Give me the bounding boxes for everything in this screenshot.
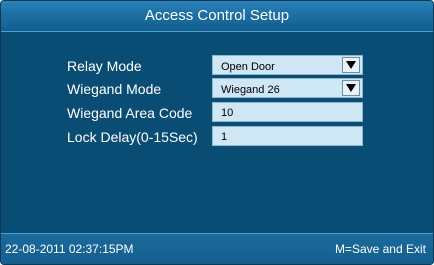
wiegand-mode-label: Wiegand Mode bbox=[67, 81, 162, 97]
wiegand-mode-row: Wiegand Mode Wiegand 26 bbox=[1, 78, 433, 102]
relay-mode-value: Open Door bbox=[221, 61, 275, 73]
datetime-display: 22-08-2011 02:37:15PM bbox=[5, 242, 134, 256]
lock-delay-input[interactable]: 1 bbox=[212, 126, 363, 146]
lock-delay-label: Lock Delay(0-15Sec) bbox=[67, 129, 198, 145]
wiegand-mode-dropdown-button[interactable] bbox=[342, 80, 360, 96]
lock-delay-row: Lock Delay(0-15Sec) 1 bbox=[1, 126, 433, 150]
relay-mode-select[interactable]: Open Door bbox=[212, 55, 363, 75]
triangle-down-icon bbox=[346, 61, 356, 69]
relay-mode-label: Relay Mode bbox=[67, 58, 142, 74]
wiegand-area-code-row: Wiegand Area Code 10 bbox=[1, 102, 433, 126]
status-bar: 22-08-2011 02:37:15PM M=Save and Exit bbox=[1, 233, 433, 264]
relay-mode-dropdown-button[interactable] bbox=[342, 57, 360, 73]
access-control-screen: Access Control Setup Relay Mode Open Doo… bbox=[0, 0, 434, 265]
triangle-down-icon bbox=[346, 84, 356, 92]
wiegand-area-code-input[interactable]: 10 bbox=[212, 102, 363, 122]
wiegand-mode-value: Wiegand 26 bbox=[221, 84, 280, 96]
relay-mode-row: Relay Mode Open Door bbox=[1, 55, 433, 79]
window-title: Access Control Setup bbox=[1, 1, 433, 32]
save-exit-hint: M=Save and Exit bbox=[334, 242, 426, 256]
wiegand-mode-select[interactable]: Wiegand 26 bbox=[212, 78, 363, 98]
wiegand-area-code-label: Wiegand Area Code bbox=[67, 105, 193, 121]
